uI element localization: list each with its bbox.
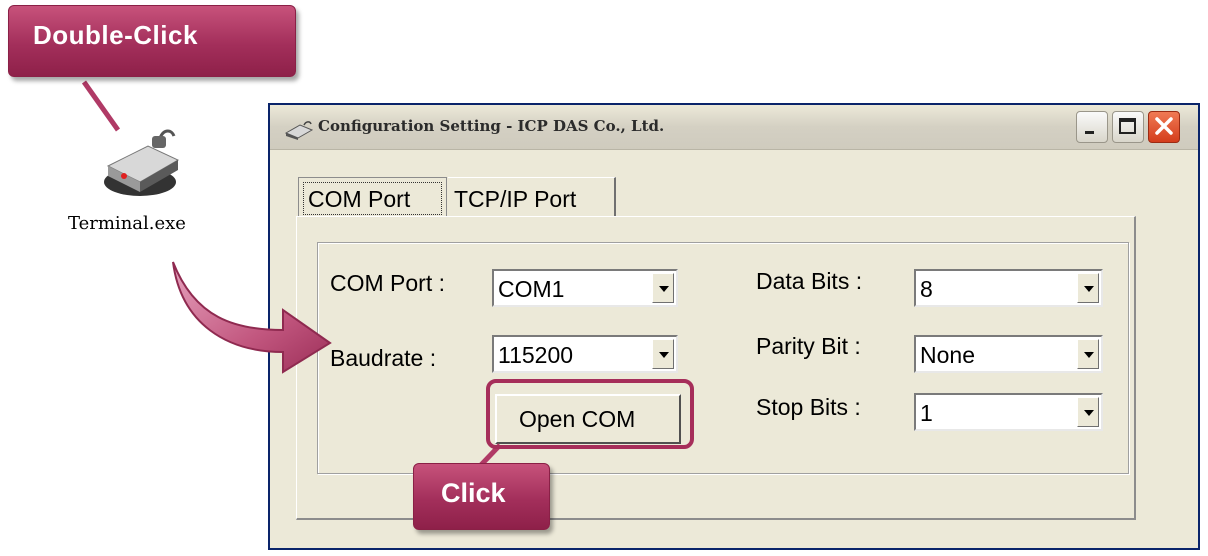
chevron-down-icon <box>1084 286 1094 292</box>
baudrate-select[interactable]: 115200 <box>492 335 678 373</box>
minimize-button[interactable] <box>1076 111 1108 143</box>
baudrate-dropdown-button[interactable] <box>652 339 674 369</box>
parity-bit-select[interactable]: None <box>914 335 1103 373</box>
maximize-button[interactable] <box>1112 111 1144 143</box>
tab-tcp-ip-port[interactable]: TCP/IP Port <box>448 177 616 217</box>
click-label: Click <box>441 478 506 508</box>
data-bits-value: 8 <box>920 276 933 302</box>
stop-bits-select[interactable]: 1 <box>914 393 1103 431</box>
tab-tcp-ip-port-label: TCP/IP Port <box>454 186 577 212</box>
com-port-dropdown-button[interactable] <box>652 273 674 303</box>
stop-bits-label: Stop Bits : <box>756 394 861 420</box>
close-icon <box>1155 117 1173 135</box>
parity-bit-dropdown-button[interactable] <box>1077 339 1099 369</box>
data-bits-select[interactable]: 8 <box>914 269 1103 307</box>
close-button[interactable] <box>1148 111 1180 143</box>
configuration-window: Configuration Setting - ICP DAS Co., Ltd… <box>268 103 1200 550</box>
open-com-highlight <box>486 379 694 449</box>
double-click-callout: Double-Click <box>8 5 296 77</box>
parity-bit-label: Parity Bit : <box>756 333 861 359</box>
baudrate-value: 115200 <box>498 342 574 368</box>
data-bits-dropdown-button[interactable] <box>1077 273 1099 303</box>
data-bits-label: Data Bits : <box>756 268 863 294</box>
stop-bits-value: 1 <box>920 400 933 426</box>
parity-bit-value: None <box>920 342 975 368</box>
com-port-value: COM1 <box>498 276 565 302</box>
stop-bits-dropdown-button[interactable] <box>1077 397 1099 427</box>
chevron-down-icon <box>1084 352 1094 358</box>
maximize-icon <box>1119 118 1136 134</box>
chevron-down-icon <box>659 286 669 292</box>
chevron-down-icon <box>1084 410 1094 416</box>
window-title: Configuration Setting - ICP DAS Co., Ltd… <box>318 117 665 135</box>
curved-arrow-icon <box>172 261 332 374</box>
chevron-down-icon <box>659 352 669 358</box>
modem-icon <box>284 121 314 140</box>
terminal-icon-label[interactable]: Terminal.exe <box>68 213 186 234</box>
terminal-modem-icon <box>104 129 180 196</box>
com-port-select[interactable]: COM1 <box>492 269 678 307</box>
minimize-icon <box>1085 131 1094 134</box>
title-bar[interactable]: Configuration Setting - ICP DAS Co., Ltd… <box>270 105 1198 150</box>
click-callout: Click <box>413 463 550 530</box>
double-click-label: Double-Click <box>33 20 198 50</box>
tab-com-port[interactable]: COM Port <box>298 177 447 217</box>
tab-com-port-label: COM Port <box>308 186 411 212</box>
